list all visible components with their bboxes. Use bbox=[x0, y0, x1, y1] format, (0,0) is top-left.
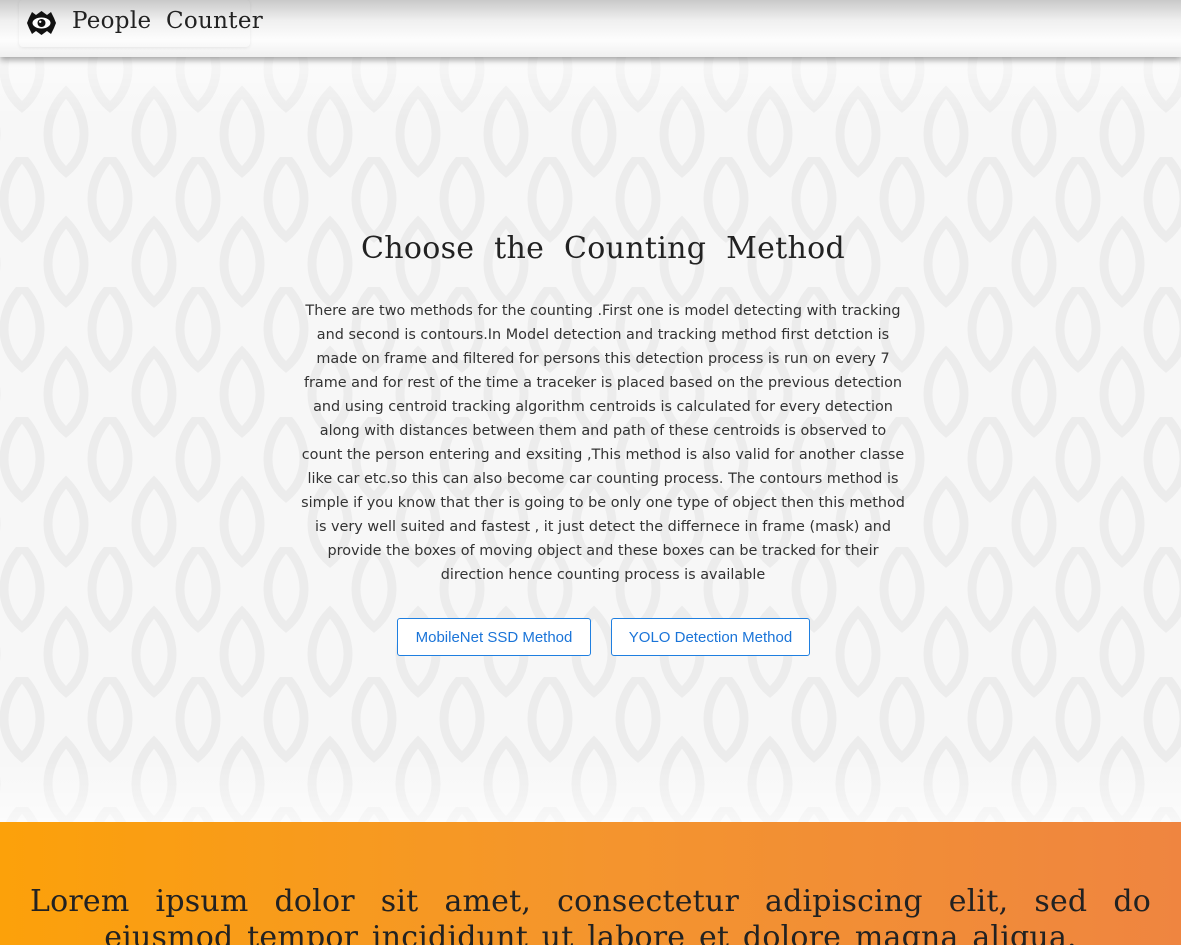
footer-banner: Lorem ipsum dolor sit amet, consectetur … bbox=[0, 822, 1181, 945]
top-navbar: People Counter bbox=[0, 0, 1181, 57]
footer-text: Lorem ipsum dolor sit amet, consectetur … bbox=[30, 884, 1151, 945]
hero-section: Choose the Counting Method There are two… bbox=[0, 57, 1181, 822]
method-description: There are two methods for the counting .… bbox=[301, 303, 905, 583]
brand-link[interactable]: People Counter bbox=[19, 0, 263, 47]
eye-logo-icon bbox=[27, 11, 56, 35]
hero-content: Choose the Counting Method There are two… bbox=[296, 227, 910, 587]
brand-title: People Counter bbox=[72, 8, 264, 34]
mobilenet-ssd-button[interactable]: MobileNet SSD Method bbox=[397, 618, 591, 656]
page-title: Choose the Counting Method bbox=[360, 231, 846, 266]
yolo-detection-button[interactable]: YOLO Detection Method bbox=[611, 618, 810, 656]
method-buttons: MobileNet SSD Method YOLO Detection Meth… bbox=[0, 618, 1181, 656]
